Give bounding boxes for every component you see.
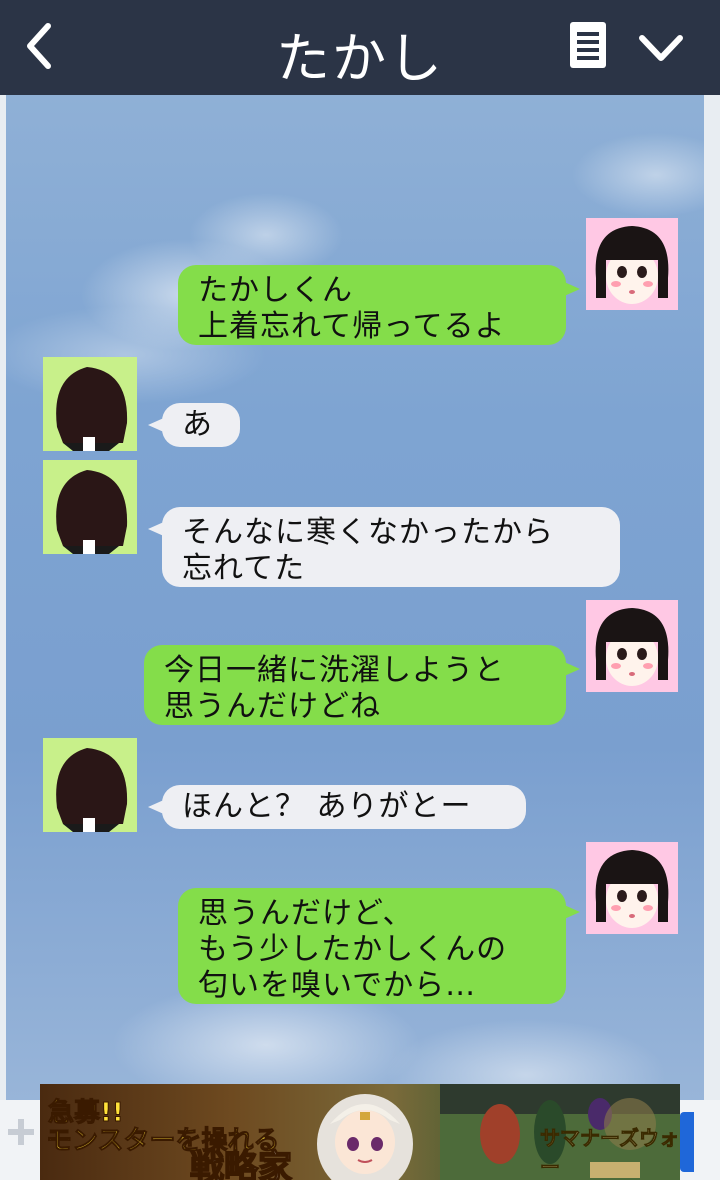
message-bubble-3[interactable]: そんなに寒くなかったから 忘れてた: [148, 507, 620, 587]
bubble-tail: [562, 904, 580, 920]
avatar-me[interactable]: [586, 842, 678, 934]
message-bubble-1[interactable]: たかしくん 上着忘れて帰ってるよ: [178, 265, 580, 345]
girl-avatar-icon: [586, 842, 678, 934]
message-text-3: そんなに寒くなかったから 忘れてた: [182, 515, 554, 586]
message-text-1: たかしくん 上着忘れて帰ってるよ: [198, 273, 506, 344]
message-bubble-4[interactable]: 今日一緒に洗濯しようと 思うんだけどね: [144, 645, 580, 725]
boy-avatar-icon: [43, 738, 137, 832]
avatar-me[interactable]: [586, 218, 678, 310]
avatar-takashi[interactable]: [43, 357, 137, 451]
message-text-5: ほんと？ ありがとー: [182, 789, 472, 824]
ad-headline-3: 戦略家: [189, 1147, 293, 1180]
chat-title: たかし: [276, 27, 444, 90]
girl-avatar-icon: [586, 600, 678, 692]
bubble-tail: [148, 417, 166, 433]
boy-avatar-icon: [43, 357, 137, 451]
message-bubble-6[interactable]: 思うんだけど、 もう少したかしくんの 匂いを嗅いでから…: [178, 888, 580, 1004]
message-text-2: あ: [182, 407, 213, 442]
avatar-me[interactable]: [586, 600, 678, 692]
ad-character-image: [317, 1094, 413, 1180]
chat-header: たかし: [0, 0, 720, 95]
plus-icon[interactable]: [6, 1117, 36, 1147]
chevron-down-icon[interactable]: [636, 28, 686, 68]
ad-banner[interactable]: 急募!! モンスターを操れる 戦略家 サマナーズウォー: [40, 1084, 680, 1180]
bubble-tail: [562, 661, 580, 677]
frame-right: [704, 95, 720, 1180]
message-text-4: 今日一緒に洗濯しようと 思うんだけどね: [164, 653, 505, 724]
bubble-tail: [148, 799, 166, 815]
message-text-6: 思うんだけど、 もう少したかしくんの 匂いを嗅いでから…: [198, 896, 508, 1003]
chat-area[interactable]: たかしくん 上着忘れて帰ってるよ あ そんなに寒くなかったから 忘れてた 今日一…: [6, 95, 704, 1180]
send-button[interactable]: [680, 1112, 694, 1172]
message-bubble-2[interactable]: あ: [148, 403, 240, 447]
bubble-tail: [562, 281, 580, 297]
bubble-tail: [148, 521, 166, 537]
boy-avatar-icon: [43, 460, 137, 554]
avatar-takashi[interactable]: [43, 738, 137, 832]
ad-game-logo: サマナーズウォー: [540, 1126, 680, 1180]
document-icon[interactable]: [566, 20, 612, 70]
avatar-takashi[interactable]: [43, 460, 137, 554]
girl-avatar-icon: [586, 218, 678, 310]
message-bubble-5[interactable]: ほんと？ ありがとー: [148, 785, 526, 829]
